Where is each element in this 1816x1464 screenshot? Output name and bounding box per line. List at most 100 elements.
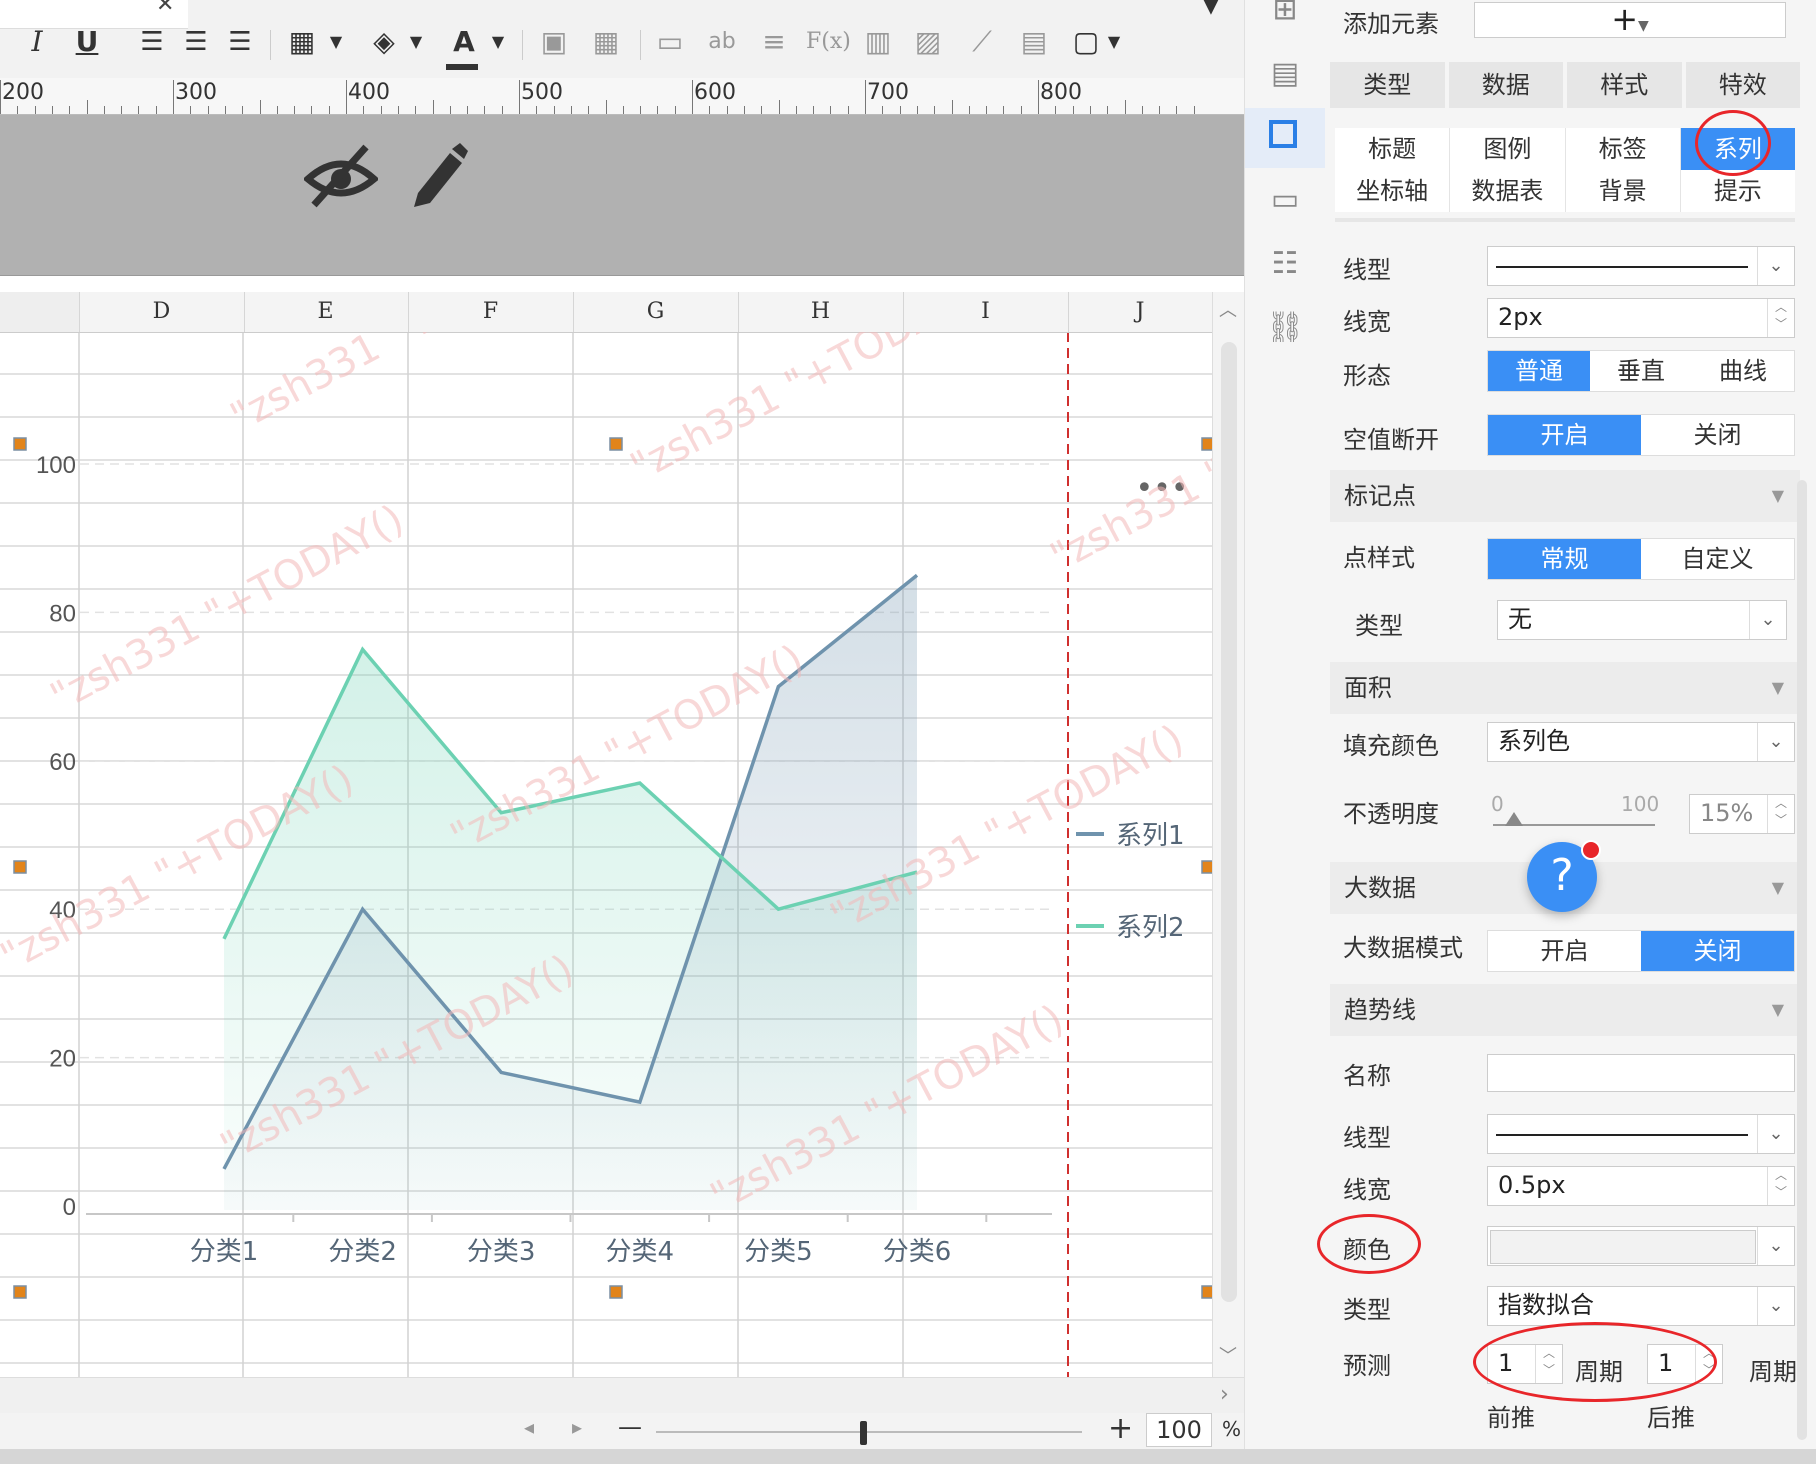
sub-tab[interactable]: 标签 bbox=[1565, 128, 1681, 170]
bar-chart-icon[interactable]: ▥ bbox=[860, 22, 896, 62]
scroll-down-icon[interactable]: ﹀ bbox=[1219, 1342, 1237, 1368]
resize-handle[interactable] bbox=[1201, 1285, 1212, 1299]
area-chart[interactable]: 020406080100分类1 分类2 分类3 分类4 分类5 分类6系列1系列2•••"… bbox=[0, 332, 1212, 1377]
prev-sheet-icon[interactable]: ◂ bbox=[524, 1415, 534, 1439]
italic-button[interactable]: I bbox=[20, 22, 54, 62]
slash-icon[interactable]: ⟋ bbox=[964, 22, 1000, 62]
frame-icon[interactable]: ▢ bbox=[1068, 22, 1104, 62]
scroll-up-icon[interactable]: ︿ bbox=[1219, 296, 1237, 322]
segment-option[interactable]: 关闭 bbox=[1641, 415, 1794, 455]
column-header[interactable]: J bbox=[1068, 292, 1213, 332]
align-center-icon[interactable]: ☰ bbox=[178, 22, 214, 62]
segment-option[interactable]: 普通 bbox=[1488, 351, 1590, 391]
column-header[interactable]: E bbox=[243, 292, 409, 332]
column-header[interactable]: D bbox=[79, 292, 245, 332]
column-header[interactable]: G bbox=[573, 292, 739, 332]
chevron-down-icon[interactable]: ▼ bbox=[406, 22, 426, 62]
resize-handle[interactable] bbox=[609, 1285, 623, 1299]
segment-option[interactable]: 常规 bbox=[1488, 539, 1641, 579]
fill-color-icon[interactable]: ◈ bbox=[366, 22, 402, 62]
pencil-icon[interactable] bbox=[408, 143, 468, 209]
vertical-scrollbar[interactable]: ︿ ﹀ bbox=[1212, 292, 1245, 1377]
column-header[interactable]: H bbox=[738, 292, 904, 332]
chart-properties-tab[interactable] bbox=[1245, 108, 1325, 168]
sub-tab[interactable]: 数据表 bbox=[1450, 170, 1566, 212]
trend-type-dropdown[interactable]: 指数拟合 ⌄ bbox=[1487, 1286, 1795, 1326]
trend-line-width-input[interactable]: 0.5px ︿ ﹀ bbox=[1487, 1166, 1795, 1206]
chevron-down-icon[interactable]: ▼ bbox=[1104, 22, 1124, 62]
table-icon[interactable]: ▦ bbox=[588, 22, 624, 62]
area-section[interactable]: 面积 ▼ bbox=[1330, 662, 1800, 714]
image-icon[interactable]: ▨ bbox=[910, 22, 946, 62]
form-icon[interactable]: ☷ bbox=[1265, 244, 1305, 284]
opacity-slider-handle[interactable] bbox=[1505, 812, 1523, 826]
align-right-icon[interactable]: ☰ bbox=[222, 22, 258, 62]
resize-handle[interactable] bbox=[13, 860, 27, 874]
scroll-right-icon[interactable]: › bbox=[1220, 1382, 1229, 1407]
segment-option[interactable]: 自定义 bbox=[1641, 539, 1794, 579]
scrollbar-thumb[interactable] bbox=[1221, 342, 1237, 1302]
dropdown-icon[interactable]: ▼ bbox=[1196, 0, 1226, 26]
resize-handle[interactable] bbox=[13, 437, 27, 451]
zoom-out-button[interactable]: — bbox=[618, 1413, 642, 1441]
resize-handle[interactable] bbox=[1201, 437, 1212, 451]
main-tab[interactable]: 数据 bbox=[1448, 62, 1563, 108]
resize-handle[interactable] bbox=[609, 437, 623, 451]
zoom-in-button[interactable]: + bbox=[1108, 1411, 1133, 1446]
widget-icon[interactable]: ▭ bbox=[1265, 180, 1305, 220]
sub-tab[interactable]: 坐标轴 bbox=[1335, 170, 1451, 212]
chevron-down-icon[interactable]: ▼ bbox=[326, 22, 346, 62]
merge-cells-icon[interactable]: ▣ bbox=[536, 22, 572, 62]
column-header-c-partial[interactable] bbox=[0, 292, 80, 332]
resize-handle[interactable] bbox=[13, 1285, 27, 1299]
chevron-down-icon[interactable]: ▼ bbox=[488, 22, 508, 62]
font-color-button[interactable]: A bbox=[446, 22, 482, 62]
column-header[interactable]: I bbox=[903, 292, 1069, 332]
opacity-stepper[interactable]: ︿ ﹀ bbox=[1767, 795, 1794, 833]
paragraph-icon[interactable]: ≡ bbox=[756, 22, 792, 62]
textbox-icon[interactable]: ▭ bbox=[652, 22, 688, 62]
line-width-input[interactable]: 2px ︿ ﹀ bbox=[1487, 298, 1795, 338]
trendline-section[interactable]: 趋势线 ▼ bbox=[1330, 984, 1800, 1036]
zoom-slider-track[interactable] bbox=[656, 1431, 1082, 1433]
sub-tab[interactable]: 图例 bbox=[1450, 128, 1566, 170]
zoom-slider-handle[interactable] bbox=[860, 1421, 867, 1445]
opacity-input[interactable]: 15% ︿ ﹀ bbox=[1689, 794, 1795, 834]
segment-option[interactable]: 开启 bbox=[1488, 931, 1641, 971]
zoom-input[interactable]: 100 bbox=[1146, 1413, 1212, 1447]
segment-option[interactable]: 开启 bbox=[1488, 415, 1641, 455]
sub-tab[interactable]: 提示 bbox=[1680, 170, 1795, 212]
segment-option[interactable]: 关闭 bbox=[1641, 931, 1794, 971]
close-icon[interactable]: ✕ bbox=[156, 0, 174, 17]
sub-tab[interactable]: 背景 bbox=[1565, 170, 1681, 212]
legend-entry[interactable]: 系列2 bbox=[1116, 913, 1185, 943]
formula-button[interactable]: F(x) bbox=[806, 22, 851, 62]
trend-line-width-stepper[interactable]: ︿ ﹀ bbox=[1767, 1167, 1794, 1205]
add-element-dropdown[interactable]: +▼ bbox=[1474, 2, 1786, 38]
underline-button[interactable]: U bbox=[70, 22, 104, 62]
align-left-icon[interactable]: ☰ bbox=[134, 22, 170, 62]
trend-name-input[interactable] bbox=[1487, 1054, 1795, 1092]
segment-option[interactable]: 曲线 bbox=[1692, 351, 1794, 391]
next-sheet-icon[interactable]: ▸ bbox=[572, 1415, 582, 1439]
trend-line-type-dropdown[interactable]: ⌄ bbox=[1487, 1114, 1795, 1154]
line-width-stepper[interactable]: ︿ ﹀ bbox=[1767, 299, 1794, 337]
panel-scrollbar[interactable] bbox=[1797, 480, 1807, 1440]
line-type-dropdown[interactable]: ⌄ bbox=[1487, 246, 1795, 286]
ab-button[interactable]: ab bbox=[702, 22, 742, 62]
legend-entry[interactable]: 系列1 bbox=[1116, 821, 1185, 851]
marker-section[interactable]: 标记点 ▼ bbox=[1330, 470, 1800, 522]
link-icon[interactable]: ⛓ bbox=[1265, 308, 1305, 348]
column-header[interactable]: F bbox=[408, 292, 574, 332]
border-icon[interactable]: ▦ bbox=[284, 22, 320, 62]
page-icon[interactable]: ▤ bbox=[1016, 22, 1052, 62]
main-tab[interactable]: 样式 bbox=[1567, 62, 1682, 108]
sub-tab[interactable]: 标题 bbox=[1335, 128, 1451, 170]
fill-color-dropdown[interactable]: 系列色 ⌄ bbox=[1487, 722, 1795, 762]
trend-color-picker[interactable]: ⌄ bbox=[1487, 1226, 1795, 1266]
layout-icon[interactable]: ⊞ bbox=[1265, 0, 1305, 30]
horizontal-scrollbar[interactable]: › bbox=[0, 1377, 1244, 1414]
main-tab[interactable]: 特效 bbox=[1685, 62, 1800, 108]
segment-option[interactable]: 垂直 bbox=[1590, 351, 1692, 391]
cell-properties-icon[interactable]: ▤ bbox=[1265, 54, 1305, 94]
